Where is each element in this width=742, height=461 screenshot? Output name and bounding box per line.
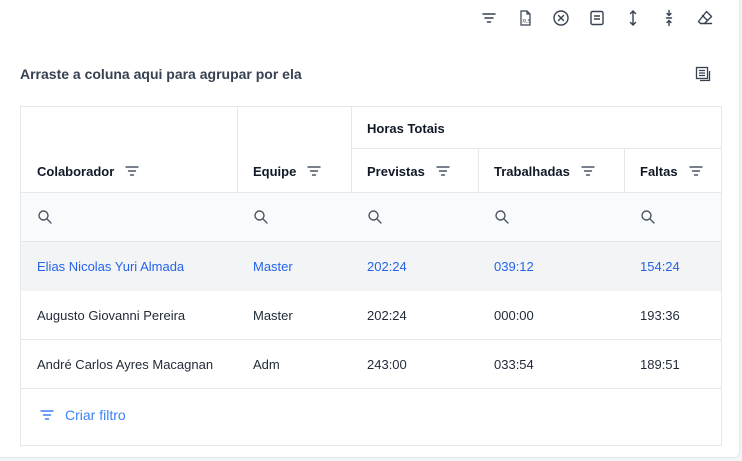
cell-colaborador: André Carlos Ayres Macagnan	[37, 357, 214, 372]
search-icon[interactable]	[367, 209, 383, 225]
table-row[interactable]: Elias Nicolas Yuri Almada Master 202:24 …	[21, 242, 721, 291]
column-header-previstas[interactable]: Previstas	[351, 149, 451, 193]
svg-text:XLS: XLS	[522, 19, 530, 24]
cell-previstas: 202:24	[367, 259, 407, 274]
cell-faltas: 193:36	[640, 308, 680, 323]
cell-trabalhadas: 000:00	[494, 308, 534, 323]
cell-previstas: 243:00	[367, 357, 407, 372]
column-chooser-icon[interactable]	[693, 64, 713, 84]
toolbar: XLS	[465, 6, 717, 30]
filter-cell-previstas[interactable]	[351, 193, 478, 241]
expand-rows-icon[interactable]	[621, 6, 645, 30]
filter-row	[21, 193, 721, 241]
band-header-horas-totais: Horas Totais	[367, 120, 445, 136]
cell-equipe: Master	[253, 308, 293, 323]
column-header-colaborador[interactable]: Colaborador	[21, 149, 140, 193]
column-header-label: Trabalhadas	[494, 163, 570, 179]
search-icon[interactable]	[253, 209, 269, 225]
cell-trabalhadas: 033:54	[494, 357, 534, 372]
cell-equipe: Adm	[253, 357, 280, 372]
eraser-icon[interactable]	[693, 6, 717, 30]
group-panel-hint: Arraste a coluna aqui para agrupar por e…	[20, 66, 302, 82]
collapse-rows-icon[interactable]	[657, 6, 681, 30]
column-header-faltas[interactable]: Faltas	[624, 149, 704, 193]
cell-colaborador: Elias Nicolas Yuri Almada	[37, 259, 185, 274]
table-row[interactable]: André Carlos Ayres Macagnan Adm 243:00 0…	[21, 340, 721, 389]
cell-colaborador: Augusto Giovanni Pereira	[37, 308, 186, 323]
search-icon[interactable]	[494, 209, 510, 225]
cell-faltas: 154:24	[640, 259, 680, 274]
column-header-equipe[interactable]: Equipe	[237, 149, 322, 193]
column-filter-icon[interactable]	[306, 163, 322, 179]
column-filter-icon[interactable]	[124, 163, 140, 179]
filter-icon	[40, 410, 54, 420]
create-filter-button[interactable]: Criar filtro	[39, 407, 126, 423]
search-icon[interactable]	[640, 209, 656, 225]
search-icon[interactable]	[37, 209, 53, 225]
export-xls-icon[interactable]: XLS	[513, 6, 537, 30]
column-header-label: Previstas	[367, 163, 425, 179]
table-row[interactable]: Augusto Giovanni Pereira Master 202:24 0…	[21, 291, 721, 340]
column-filter-icon[interactable]	[688, 163, 704, 179]
cell-equipe: Master	[253, 259, 293, 274]
filter-cell-equipe[interactable]	[237, 193, 351, 241]
clear-icon[interactable]	[549, 6, 573, 30]
filter-icon[interactable]	[477, 6, 501, 30]
filter-cell-trabalhadas[interactable]	[478, 193, 624, 241]
column-header-label: Colaborador	[37, 163, 115, 179]
filter-cell-faltas[interactable]	[624, 193, 721, 241]
cell-trabalhadas: 039:12	[494, 259, 534, 274]
data-grid: Horas Totais Colaborador Equipe Prevista…	[20, 106, 722, 446]
cell-previstas: 202:24	[367, 308, 407, 323]
column-header-label: Equipe	[253, 163, 297, 179]
cell-faltas: 189:51	[640, 357, 680, 372]
column-filter-icon[interactable]	[580, 163, 596, 179]
filter-cell-colaborador[interactable]	[21, 193, 237, 241]
column-header-trabalhadas[interactable]: Trabalhadas	[478, 149, 596, 193]
column-filter-icon[interactable]	[435, 163, 451, 179]
column-header-label: Faltas	[640, 163, 678, 179]
layout-icon[interactable]	[585, 6, 609, 30]
create-filter-label: Criar filtro	[65, 407, 126, 423]
grid-panel: XLS Arraste a coluna aqui para agrupar p…	[0, 0, 740, 458]
